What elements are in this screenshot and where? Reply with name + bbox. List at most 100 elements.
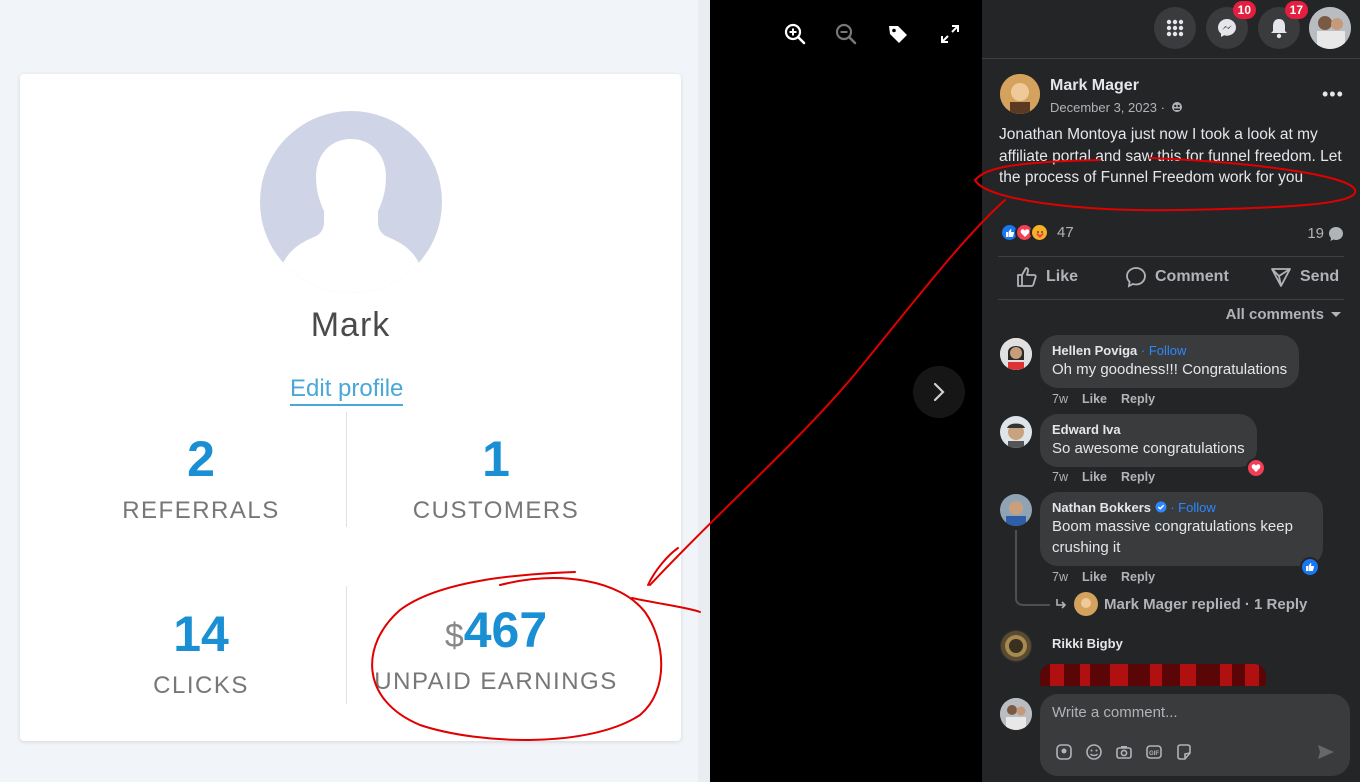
like-button[interactable]: Like bbox=[1016, 266, 1078, 288]
comment-author[interactable]: Hellen Poviga · Follow bbox=[1052, 343, 1287, 359]
commenter-photo-icon bbox=[1000, 494, 1032, 526]
send-label: Send bbox=[1300, 268, 1340, 285]
messenger-button[interactable]: 10 bbox=[1206, 1, 1256, 49]
post-date: December 3, 2023 · bbox=[1050, 100, 1183, 115]
sticker-icon[interactable] bbox=[1174, 742, 1194, 762]
comment-text: Boom massive congratulations keep crushi… bbox=[1052, 518, 1293, 556]
post-date-text[interactable]: December 3, 2023 · bbox=[1050, 100, 1165, 115]
commenter-photo-icon bbox=[1000, 338, 1032, 370]
account-avatar[interactable] bbox=[1309, 7, 1351, 49]
follow-link[interactable]: · Follow bbox=[1170, 500, 1216, 515]
gif-icon[interactable]: GIF bbox=[1144, 742, 1164, 762]
comment-count-value: 19 bbox=[1307, 225, 1324, 242]
follow-link[interactable]: · Follow bbox=[1141, 343, 1187, 358]
next-photo-button[interactable] bbox=[913, 366, 965, 418]
bell-icon bbox=[1271, 19, 1287, 39]
post-author-name[interactable]: Mark Mager bbox=[1050, 77, 1139, 95]
stat-customers: 1 CUSTOMERS bbox=[331, 431, 661, 525]
svg-text:GIF: GIF bbox=[1149, 751, 1159, 757]
post-text: Jonathan Montoya just now I took a look … bbox=[999, 126, 1342, 186]
zoom-in-icon[interactable] bbox=[783, 22, 807, 46]
like-reaction-icon[interactable] bbox=[1300, 557, 1320, 577]
reply-thread-line bbox=[1015, 530, 1050, 606]
comment-input[interactable] bbox=[1052, 704, 1332, 721]
comment-time[interactable]: 7w bbox=[1052, 570, 1068, 584]
actions-divider-top bbox=[998, 256, 1344, 257]
grid-menu-icon bbox=[1166, 19, 1184, 37]
comment-like-link[interactable]: Like bbox=[1082, 392, 1107, 406]
fullscreen-icon[interactable] bbox=[938, 22, 962, 46]
currency-symbol: $ bbox=[444, 617, 464, 655]
commenter-photo-icon bbox=[1001, 631, 1031, 661]
unpaid-earnings-amount: 467 bbox=[463, 602, 548, 658]
comment-image[interactable] bbox=[1040, 664, 1266, 686]
comment-bubble: Edward Iva So awesome congratulations bbox=[1040, 414, 1257, 467]
comment-count[interactable]: 19 bbox=[1307, 225, 1344, 242]
post-author-avatar[interactable] bbox=[1000, 74, 1040, 114]
care-reaction-icon bbox=[1030, 223, 1049, 242]
comment-author-name[interactable]: Rikki Bigby bbox=[1052, 636, 1123, 651]
reactions-summary[interactable]: 47 bbox=[1000, 223, 1074, 242]
avatar-placeholder bbox=[260, 111, 442, 293]
comment-meta: 7w Like Reply bbox=[1052, 470, 1155, 484]
messenger-badge: 10 bbox=[1232, 1, 1256, 19]
stat-unpaid-earnings: $ 467 UNPAID EARNINGS bbox=[331, 602, 661, 696]
comment-reply-link[interactable]: Reply bbox=[1121, 392, 1155, 406]
post-panel: 10 17 Mark Mager December 3, 2023 · ••• … bbox=[982, 0, 1360, 782]
affiliate-panel: Mark Edit profile 2 REFERRALS 1 CUSTOMER… bbox=[0, 0, 710, 782]
customers-label: CUSTOMERS bbox=[412, 497, 580, 524]
comment-reply-link[interactable]: Reply bbox=[1121, 470, 1155, 484]
thumbs-up-icon bbox=[1017, 267, 1037, 287]
verified-badge-icon bbox=[1155, 501, 1167, 513]
profile-name: Mark bbox=[310, 306, 391, 344]
all-comments-dropdown[interactable]: All comments bbox=[1226, 306, 1342, 323]
commenter-avatar[interactable] bbox=[1000, 416, 1032, 448]
scrollbar[interactable] bbox=[698, 0, 710, 782]
comment-bubble: Nathan Bokkers · Follow Boom massive con… bbox=[1040, 492, 1323, 566]
view-replies-link[interactable]: Mark Mager replied · 1 Reply bbox=[1054, 592, 1307, 616]
edit-profile-link[interactable]: Edit profile bbox=[290, 375, 404, 406]
avatar-sticker-icon[interactable] bbox=[1054, 742, 1074, 762]
comment-bubble: Hellen Poviga · Follow Oh my goodness!!!… bbox=[1040, 335, 1300, 388]
comment-time[interactable]: 7w bbox=[1052, 392, 1068, 406]
profile-photo-icon bbox=[1000, 698, 1032, 730]
stat-referrals: 2 REFERRALS bbox=[36, 431, 366, 525]
customers-count: 1 bbox=[482, 431, 510, 487]
comment-reply-link[interactable]: Reply bbox=[1121, 570, 1155, 584]
emoji-icon[interactable] bbox=[1084, 742, 1104, 762]
chevron-right-icon bbox=[933, 382, 945, 402]
more-options-icon[interactable]: ••• bbox=[1322, 84, 1344, 105]
privacy-friends-icon bbox=[1171, 102, 1182, 112]
comment-like-link[interactable]: Like bbox=[1082, 570, 1107, 584]
camera-icon[interactable] bbox=[1114, 742, 1134, 762]
actions-divider-bottom bbox=[998, 299, 1344, 300]
clicks-count: 14 bbox=[173, 606, 229, 662]
chevron-down-icon bbox=[1331, 311, 1341, 317]
notifications-button[interactable]: 17 bbox=[1258, 1, 1308, 49]
reaction-count: 47 bbox=[1057, 224, 1074, 241]
tag-icon[interactable] bbox=[886, 22, 910, 46]
referrals-label: REFERRALS bbox=[122, 497, 280, 524]
menu-button[interactable] bbox=[1154, 7, 1196, 49]
comment-icon bbox=[1126, 267, 1146, 288]
commenter-avatar[interactable] bbox=[1000, 494, 1032, 526]
commenter-avatar[interactable] bbox=[1000, 338, 1032, 370]
comment-bubble-icon bbox=[1329, 226, 1343, 241]
send-button[interactable]: Send bbox=[1270, 266, 1339, 288]
comment-time[interactable]: 7w bbox=[1052, 470, 1068, 484]
comment-author-name[interactable]: Hellen Poviga bbox=[1052, 343, 1137, 358]
comment-like-link[interactable]: Like bbox=[1082, 470, 1107, 484]
comment-author-name[interactable]: Edward Iva bbox=[1052, 422, 1245, 438]
love-reaction-icon[interactable] bbox=[1246, 458, 1266, 478]
send-icon bbox=[1271, 268, 1291, 287]
comment-meta: 7w Like Reply bbox=[1052, 392, 1155, 406]
send-comment-icon[interactable] bbox=[1316, 742, 1336, 767]
zoom-out-icon[interactable] bbox=[834, 22, 858, 46]
replier-avatar-icon bbox=[1074, 592, 1098, 616]
commenter-avatar[interactable] bbox=[1000, 630, 1032, 662]
comment-author[interactable]: Nathan Bokkers · Follow bbox=[1052, 500, 1311, 516]
comment-author-name[interactable]: Nathan Bokkers bbox=[1052, 500, 1151, 515]
comment-button[interactable]: Comment bbox=[1125, 266, 1229, 288]
stat-clicks: 14 CLICKS bbox=[36, 606, 366, 700]
messenger-icon bbox=[1218, 19, 1236, 37]
